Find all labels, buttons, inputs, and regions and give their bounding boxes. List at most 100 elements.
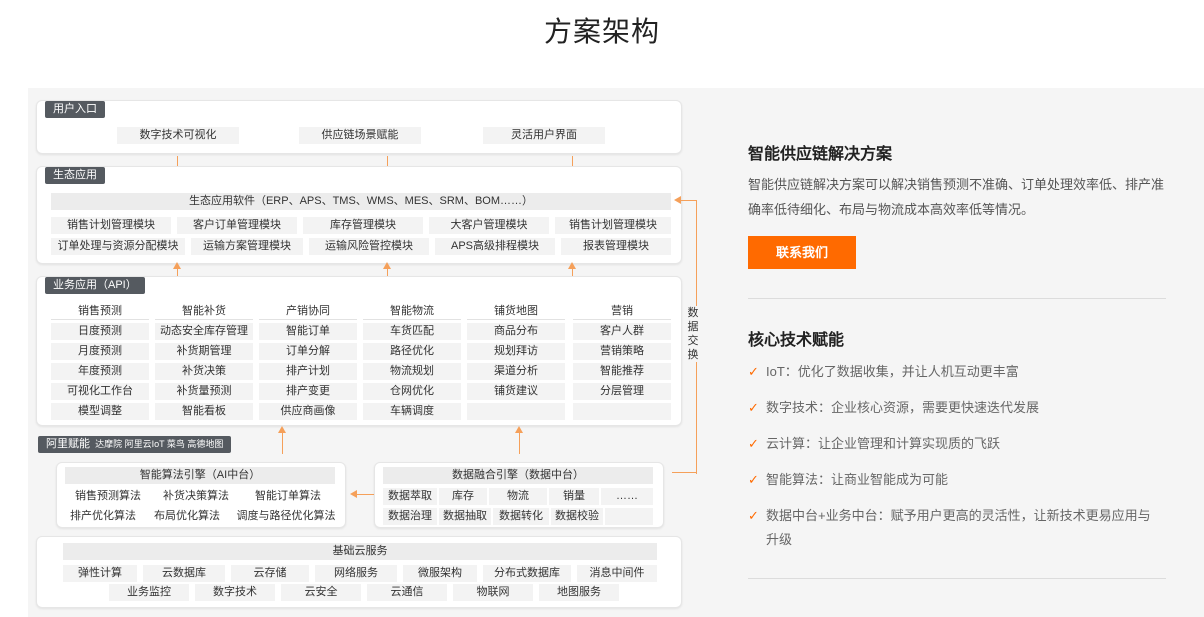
data-item xyxy=(605,508,653,525)
biz-item: 商品分布 xyxy=(467,323,565,340)
biz-item: 铺货建议 xyxy=(467,383,565,400)
feature-item: ✓ 智能算法：让商业智能成为可能 xyxy=(748,468,1168,492)
biz-column-head: 销售预测 xyxy=(51,303,149,320)
biz-column-head: 产销协同 xyxy=(259,303,357,320)
cloud-item: 数字技术 xyxy=(195,584,275,601)
biz-item: 日度预测 xyxy=(51,323,149,340)
biz-item: 排产变更 xyxy=(259,383,357,400)
data-engine-header: 数据融合引擎（数据中台） xyxy=(383,467,653,484)
data-exchange-label: 数据交换 xyxy=(686,306,700,362)
cloud-item: 业务监控 xyxy=(109,584,189,601)
biz-item: 排产计划 xyxy=(259,363,357,380)
check-icon: ✓ xyxy=(748,508,759,523)
data-item: 数据转化 xyxy=(493,508,549,525)
eco-app-section: 生态应用 生态应用软件（ERP、APS、TMS、WMS、MES、SRM、BOM…… xyxy=(36,166,682,264)
cloud-item: 云数据库 xyxy=(143,565,225,582)
feature-text: 数据中台+业务中台：赋予用户更高的灵活性，让新技术更易应用与升级 xyxy=(766,508,1151,547)
biz-item: 客户人群 xyxy=(573,323,671,340)
biz-item: 分层管理 xyxy=(573,383,671,400)
user-entry-item: 供应链场景赋能 xyxy=(299,127,421,144)
biz-item: 动态安全库存管理 xyxy=(155,323,253,340)
biz-column-head: 智能物流 xyxy=(363,303,461,320)
ali-empower-label: 阿里赋能 xyxy=(46,438,90,450)
biz-item: 订单分解 xyxy=(259,343,357,360)
feature-text: IoT：优化了数据收集，并让人机互动更丰富 xyxy=(766,364,1019,379)
biz-item: 规划拜访 xyxy=(467,343,565,360)
cloud-item: 消息中间件 xyxy=(577,565,657,582)
biz-item: 补货期管理 xyxy=(155,343,253,360)
feature-item: ✓ 数字技术：企业核心资源，需要更快速迭代发展 xyxy=(748,396,1168,420)
user-entry-section: 用户入口 数字技术可视化 供应链场景赋能 灵活用户界面 xyxy=(36,100,682,154)
biz-item: 供应商画像 xyxy=(259,403,357,420)
user-entry-item: 灵活用户界面 xyxy=(483,127,605,144)
ali-empower-tag: 阿里赋能 达摩院 阿里云IoT 菜鸟 高德地图 xyxy=(38,436,232,453)
feature-item: ✓ 云计算：让企业管理和计算实现质的飞跃 xyxy=(748,432,1168,456)
algo-item: 补货决策算法 xyxy=(153,488,239,505)
biz-app-section: 业务应用（API） 销售预测日度预测月度预测年度预测可视化工作台 模型调整 智能补货… xyxy=(36,276,682,426)
eco-module: 订单处理与资源分配模块 xyxy=(51,238,185,255)
cloud-item: 物联网 xyxy=(453,584,533,601)
biz-item: 补货量预测 xyxy=(155,383,253,400)
biz-item: 月度预测 xyxy=(51,343,149,360)
biz-item: 可视化工作台 xyxy=(51,383,149,400)
biz-column-head: 营销 xyxy=(573,303,671,320)
data-item: 数据校验 xyxy=(551,508,603,525)
eco-module: 销售计划管理模块 xyxy=(555,217,671,234)
core-tech-title: 核心技术赋能 xyxy=(748,332,845,349)
algo-item: 销售预测算法 xyxy=(65,488,151,505)
eco-module: 运输方案管理模块 xyxy=(191,238,303,255)
algo-item: 智能订单算法 xyxy=(241,488,335,505)
check-icon: ✓ xyxy=(748,364,759,379)
cloud-item: 弹性计算 xyxy=(63,565,137,582)
biz-item: 补货决策 xyxy=(155,363,253,380)
architecture-diagram: 用户入口 数字技术可视化 供应链场景赋能 灵活用户界面 生态应用 生态应用软件（… xyxy=(28,88,708,617)
divider xyxy=(748,578,1166,579)
biz-item: 物流规划 xyxy=(363,363,461,380)
user-entry-item: 数字技术可视化 xyxy=(117,127,239,144)
biz-item: 营销策略 xyxy=(573,343,671,360)
eco-module: 大客户管理模块 xyxy=(429,217,549,234)
flow-arrow xyxy=(278,426,286,454)
solution-panel: 智能供应链解决方案 智能供应链解决方案可以解决销售预测不准确、订单处理效率低、排… xyxy=(708,88,1204,617)
data-item: 数据萃取 xyxy=(383,488,437,505)
eco-module: 客户订单管理模块 xyxy=(177,217,297,234)
biz-column-head: 智能补货 xyxy=(155,303,253,320)
biz-item: 模型调整 xyxy=(51,403,149,420)
cloud-item: 云通信 xyxy=(367,584,447,601)
data-engine-section: 数据融合引擎（数据中台） 数据萃取 库存 物流 销量 …… 数据治理 数据抽取 … xyxy=(374,462,664,528)
biz-item: 路径优化 xyxy=(363,343,461,360)
solution-title: 智能供应链解决方案 xyxy=(748,146,893,163)
cloud-item: 云安全 xyxy=(281,584,361,601)
data-item: 数据治理 xyxy=(383,508,437,525)
ai-engine-section: 智能算法引擎（AI中台） 销售预测算法 补货决策算法 智能订单算法 排产优化算法… xyxy=(56,462,346,528)
cloud-item: 云存储 xyxy=(231,565,309,582)
cloud-item: 网络服务 xyxy=(315,565,397,582)
data-item: 销量 xyxy=(549,488,599,505)
cloud-item: 微服架构 xyxy=(403,565,477,582)
feature-text: 云计算：让企业管理和计算实现质的飞跃 xyxy=(766,436,1001,451)
biz-item: 智能订单 xyxy=(259,323,357,340)
ali-empower-partners: 达摩院 阿里云IoT 菜鸟 高德地图 xyxy=(95,439,224,449)
eco-module: 销售计划管理模块 xyxy=(51,217,171,234)
biz-app-tag: 业务应用（API） xyxy=(45,277,145,294)
check-icon: ✓ xyxy=(748,436,759,451)
check-icon: ✓ xyxy=(748,472,759,487)
algo-item: 调度与路径优化算法 xyxy=(229,508,343,525)
biz-item: 仓网优化 xyxy=(363,383,461,400)
biz-item: 车货匹配 xyxy=(363,323,461,340)
feature-text: 智能算法：让商业智能成为可能 xyxy=(766,472,949,487)
check-icon: ✓ xyxy=(748,400,759,415)
data-exchange-line xyxy=(672,472,697,473)
data-exchange-arrow xyxy=(674,196,696,204)
cloud-service-header: 基础云服务 xyxy=(63,543,657,560)
algo-item: 布局优化算法 xyxy=(145,508,229,525)
feature-item: ✓ IoT：优化了数据收集，并让人机互动更丰富 xyxy=(748,360,1168,384)
cloud-item: 分布式数据库 xyxy=(483,565,571,582)
data-item: 数据抽取 xyxy=(439,508,491,525)
biz-item: 车辆调度 xyxy=(363,403,461,420)
biz-item: 年度预测 xyxy=(51,363,149,380)
contact-us-button[interactable]: 联系我们 xyxy=(748,236,856,269)
feature-item: ✓ 数据中台+业务中台：赋予用户更高的灵活性，让新技术更易应用与升级 xyxy=(748,504,1158,552)
data-item: 物流 xyxy=(489,488,547,505)
cloud-service-section: 基础云服务 弹性计算 云数据库 云存储 网络服务 微服架构 分布式数据库 消息中… xyxy=(36,536,682,608)
